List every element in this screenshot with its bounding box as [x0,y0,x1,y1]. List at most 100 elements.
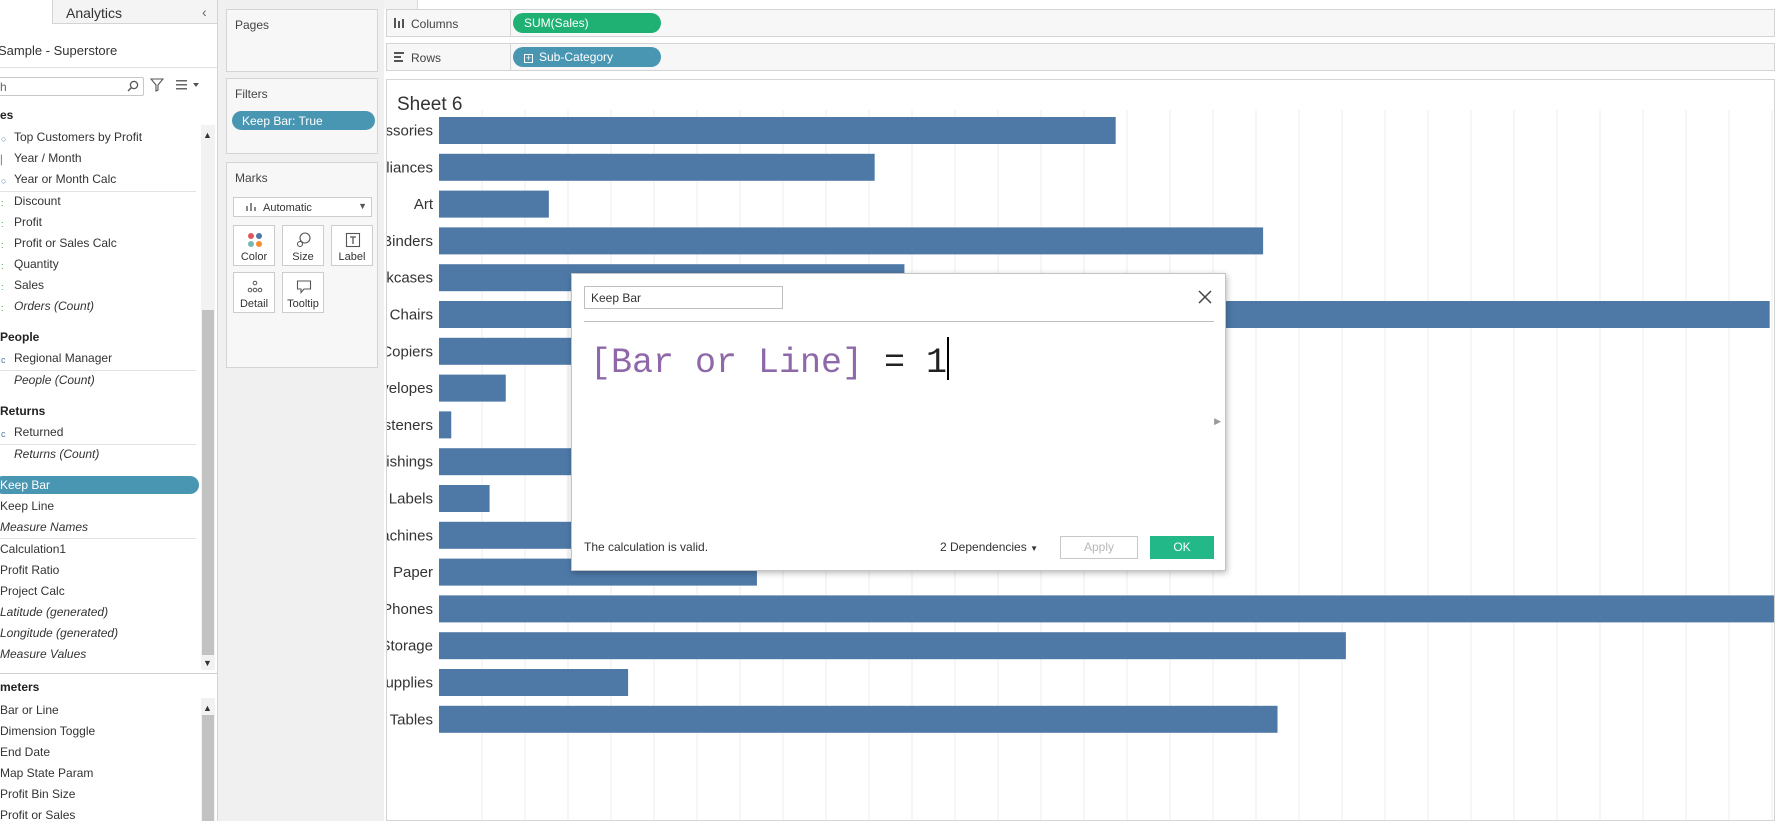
scroll-up-icon[interactable]: ▲ [203,703,212,713]
category-label: Copiers [387,343,433,360]
section-header-returns: Returns [0,404,46,418]
field-item[interactable]: Calculation1 [0,542,66,556]
marks-tooltip-button[interactable]: Tooltip [282,272,324,313]
marks-detail-button[interactable]: Detail [233,272,275,313]
bar[interactable] [439,227,1264,255]
size-icon [296,232,311,248]
category-label: Machines [387,527,433,544]
bar[interactable] [439,485,490,512]
bar[interactable] [439,705,1278,733]
field-item[interactable]: Keep Line [0,499,54,513]
selected-field-label[interactable]: Keep Bar [0,478,50,492]
filter-pill[interactable]: Keep Bar: True [232,111,375,130]
marks-detail-label: Detail [239,298,269,310]
bar[interactable] [439,632,1346,660]
apply-button[interactable]: Apply [1060,536,1138,559]
view-options-icon[interactable] [176,79,200,91]
bar[interactable] [439,117,1116,144]
formula-editor[interactable]: [Bar or Line] = 1 [590,337,950,383]
measure-icon: : [1,240,4,250]
divider [0,673,217,674]
chevron-down-icon: ▼ [358,201,367,211]
marks-size-label: Size [292,251,314,263]
parameters-scroll-thumb[interactable] [202,715,214,821]
marks-label-button[interactable]: Label [331,225,373,266]
columns-pill[interactable]: SUM(Sales) [513,13,661,33]
columns-shelf[interactable]: Columns SUM(Sales) [386,9,1775,37]
divider [0,67,217,68]
ok-button[interactable]: OK [1150,536,1214,559]
mark-type-dropdown[interactable]: Automatic ▼ [233,197,372,217]
field-item[interactable]: Regional Manager [14,351,112,365]
field-item[interactable]: Returns (Count) [14,447,99,461]
tab-data[interactable] [0,0,53,24]
divider [0,444,196,445]
field-item[interactable]: Profit or Sales Calc [14,236,117,250]
field-item[interactable]: Latitude (generated) [0,605,108,619]
parameter-item[interactable]: Profit Bin Size [0,787,75,801]
field-item[interactable]: Year or Month Calc [14,172,116,186]
filter-icon[interactable] [150,78,164,92]
bar[interactable] [439,411,452,439]
parameter-item[interactable]: Dimension Toggle [0,724,95,738]
text-caret [947,337,950,380]
divider [0,370,196,371]
bar[interactable] [439,595,1775,623]
field-item[interactable]: Measure Values [0,647,86,661]
measure-icon: : [1,282,4,292]
data-source-name[interactable]: Sample - Superstore [0,43,117,58]
measure-icon: : [1,219,4,229]
divider [510,44,511,70]
scroll-up-icon[interactable]: ▲ [203,130,212,140]
field-type-icon: c [1,429,6,439]
parameter-item[interactable]: End Date [0,745,50,759]
field-item[interactable]: Top Customers by Profit [14,130,142,144]
field-item[interactable]: Sales [14,278,44,292]
bar[interactable] [439,190,549,218]
field-item[interactable]: Measure Names [0,520,88,534]
marks-color-button[interactable]: Color [233,225,275,266]
divider [0,538,196,539]
dependencies-dropdown[interactable]: 2 Dependencies ▼ [940,540,1038,554]
field-item[interactable]: Discount [14,194,61,208]
search-icon [127,80,139,92]
measure-icon: : [1,303,4,313]
bar[interactable] [439,153,875,181]
parameter-item[interactable]: Map State Param [0,766,93,780]
field-item[interactable]: Longitude (generated) [0,626,118,640]
search-text: h [0,80,7,94]
scroll-down-icon[interactable]: ▼ [203,658,212,668]
pages-card[interactable]: Pages [226,9,378,72]
tab-analytics[interactable]: Analytics [66,5,122,21]
data-pane: Analytics ‹ Sample - Superstore h es ○ T… [0,0,218,821]
filters-card[interactable]: Filters Keep Bar: True [226,78,378,154]
field-item[interactable]: Quantity [14,257,59,271]
category-label: Paper [393,564,433,581]
marks-size-button[interactable]: Size [282,225,324,266]
field-item[interactable]: Profit Ratio [0,563,59,577]
expand-icon: + [524,53,533,63]
bar[interactable] [439,374,506,402]
field-item[interactable]: Profit [14,215,42,229]
category-label: Appliances [387,159,433,176]
parameter-item[interactable]: Profit or Sales [0,808,75,821]
calculation-name-input[interactable] [584,286,783,309]
search-input[interactable]: h [0,77,144,96]
expand-panel-icon[interactable]: ▶ [1214,416,1221,427]
field-item[interactable]: Orders (Count) [14,299,94,313]
fields-scroll-thumb[interactable] [202,310,214,655]
parameter-item[interactable]: Bar or Line [0,703,59,717]
marks-color-label: Color [240,251,268,263]
detail-icon [247,280,263,293]
bar[interactable] [439,669,629,696]
field-item[interactable]: Project Calc [0,584,65,598]
field-item[interactable]: People (Count) [14,373,95,387]
divider [510,10,511,36]
field-item[interactable]: Returned [14,425,63,439]
collapse-pane-icon[interactable]: ‹ [202,4,207,20]
close-icon[interactable] [1197,289,1213,305]
field-item[interactable]: Year / Month [14,151,82,165]
rows-shelf[interactable]: Rows + Sub-Category [386,43,1775,71]
rows-pill[interactable]: + Sub-Category [513,47,661,67]
category-label: Tables [390,711,433,728]
